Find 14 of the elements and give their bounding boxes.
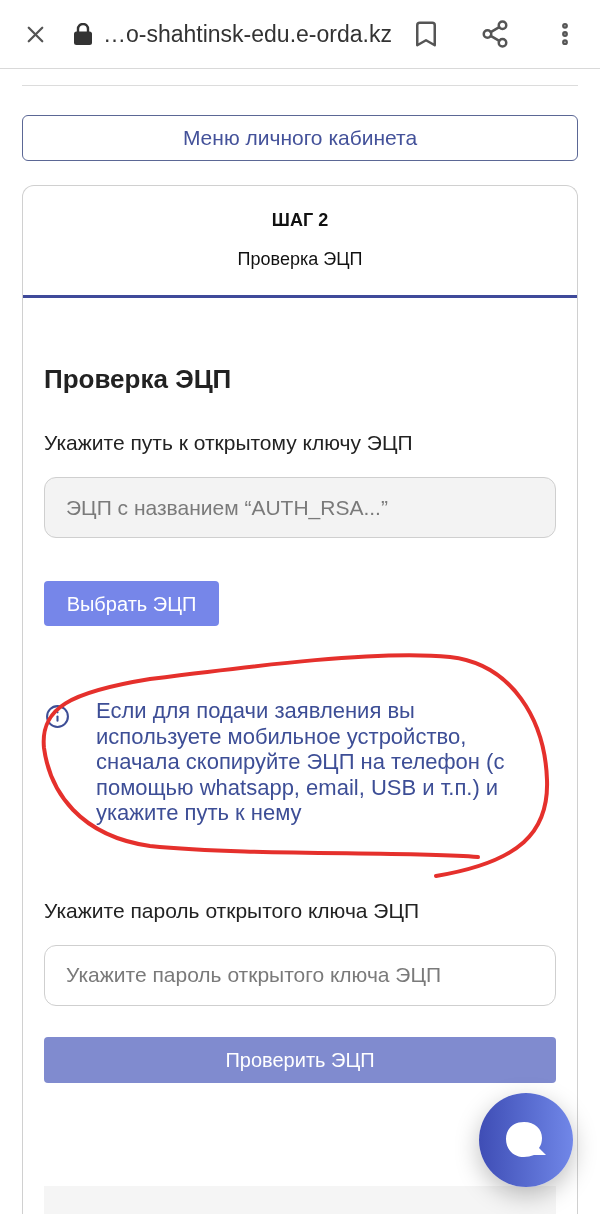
step-number: ШАГ 2 <box>271 209 329 231</box>
notice-text: Если для подачи заявления вы используете мобильное устройство, сначала скопируйте ЭЦП на телефон (с помощью whatsapp, email, USB и т.п.) и укажите путь к нему <box>96 698 506 826</box>
url-text[interactable]: …o-shahtinsk-edu.e-orda.kz <box>103 16 392 52</box>
lock-icon <box>74 23 92 45</box>
chat-button[interactable] <box>479 1093 573 1187</box>
chat-bubble-icon <box>504 1120 548 1160</box>
input-field[interactable]: Укажите пароль открытого ключа ЭЦП <box>44 944 556 1006</box>
share-icon[interactable] <box>480 19 510 49</box>
form-title: Проверка ЭЦП <box>44 364 232 394</box>
menu-button[interactable]: Меню личного кабинета <box>22 115 578 161</box>
step-title: Проверка ЭЦП <box>237 248 363 270</box>
info-icon <box>45 704 70 729</box>
field-label: Укажите пароль открытого ключа ЭЦП <box>44 897 420 924</box>
field-label: Укажите путь к открытому ключу ЭЦП <box>44 430 413 456</box>
